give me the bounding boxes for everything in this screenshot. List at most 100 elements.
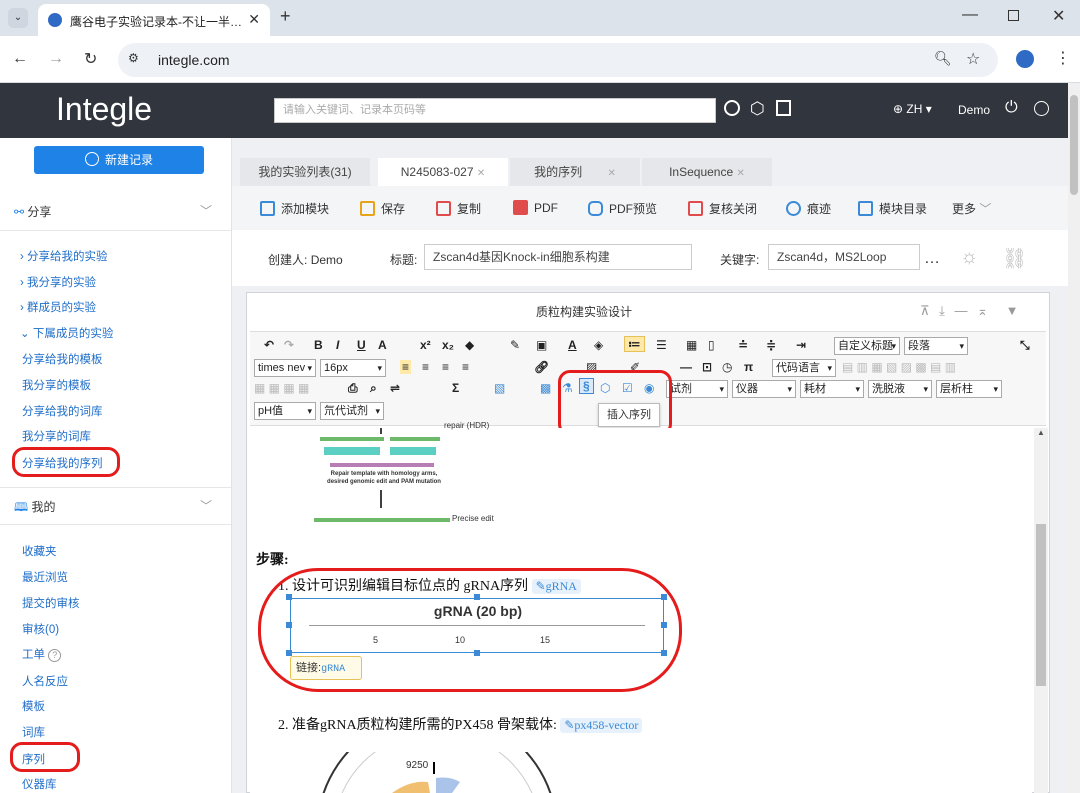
sidebar-item-shared-lexicons[interactable]: 分享给我的词库 <box>22 403 103 419</box>
table-icon[interactable]: ▦ <box>686 338 697 352</box>
close-tab-icon[interactable]: ✕ <box>607 168 615 179</box>
scroll-thumb[interactable] <box>1036 524 1046 686</box>
weather-icon[interactable]: ☼ <box>960 246 978 269</box>
sidebar-item-submitted-reviews[interactable]: 提交的审核 <box>22 595 80 611</box>
share-section-header[interactable]: ⚯ 分享 <box>14 203 51 220</box>
pi-icon[interactable]: π <box>744 360 753 374</box>
sidebar-item-shared-templates[interactable]: 分享给我的模板 <box>22 351 103 367</box>
power-icon[interactable]: ⏻ <box>1005 99 1018 117</box>
font-size-select[interactable]: 16px <box>320 359 386 377</box>
sidebar-item-subordinate-exp[interactable]: ⌄ 下属成员的实验 <box>20 325 113 341</box>
formula-icon[interactable]: ▩ <box>540 381 551 395</box>
date-icon[interactable]: ⊡ <box>702 360 712 374</box>
link-insert-icon[interactable]: 🔗︎ <box>534 360 549 374</box>
reagent-select[interactable]: 试剂 <box>666 380 728 398</box>
tab-insequence[interactable]: InSequence ✕ <box>642 158 772 186</box>
table-tools-icon[interactable]: ▤ ▥ ▦ ▧ ▨ ▩ ▤ ▥ <box>842 360 956 374</box>
module-catalog-button[interactable]: 模块目录 <box>858 200 927 217</box>
share-chevron-icon[interactable]: ﹀ <box>200 202 212 219</box>
user-name[interactable]: Demo <box>958 103 990 117</box>
reload-icon[interactable]: ↻ <box>84 49 97 69</box>
find-icon[interactable]: ⌕ <box>370 381 377 396</box>
editor-scrollbar[interactable]: ▲ <box>1034 428 1048 793</box>
menu-icon[interactable]: ⋮ <box>1055 48 1071 68</box>
column-select[interactable]: 层析柱 <box>936 380 1002 398</box>
sidebar-item-my-shared-exp[interactable]: › 我分享的实验 <box>20 274 96 290</box>
bold-icon[interactable]: B <box>314 338 323 352</box>
add-module-button[interactable]: 添加模块 <box>260 200 329 217</box>
clock-icon[interactable]: ◷ <box>722 360 732 374</box>
align-left-icon[interactable]: ≡ <box>400 360 412 374</box>
more-button[interactable]: 更多 ﹀ <box>952 200 991 217</box>
language-selector[interactable]: ⊕ ZH ▾ <box>893 102 932 116</box>
deuterated-reagent-select[interactable]: 氘代试剂 <box>320 402 384 420</box>
title-field[interactable]: Zscan4d基因Knock-in细胞系构建 <box>424 244 692 270</box>
code-language-select[interactable]: 代码语言 <box>772 359 836 377</box>
site-info-icon[interactable]: ⚙ <box>128 51 139 65</box>
save-button[interactable]: 保存 <box>360 200 405 217</box>
superscript-icon[interactable]: x² <box>420 338 431 352</box>
tab-list-button[interactable]: ⌄ <box>8 8 28 28</box>
line-height-icon[interactable]: ≑ <box>766 338 776 352</box>
page-icon[interactable]: ▯ <box>708 338 715 352</box>
pdf-preview-button[interactable]: PDF预览 <box>588 200 657 217</box>
justify-icon[interactable]: ≡ <box>462 360 469 374</box>
close-tab-icon[interactable]: ✕ <box>477 168 485 179</box>
help-icon[interactable]: ? <box>48 649 62 662</box>
forward-icon[interactable]: → <box>48 50 64 68</box>
new-record-button[interactable]: 新建记录 <box>34 146 204 174</box>
more-dots-icon[interactable]: … <box>924 250 940 268</box>
sidebar-item-lexicons[interactable]: 词库 <box>22 724 45 740</box>
collapse-module-icon[interactable]: ⌅ <box>977 303 988 318</box>
font-color-icon[interactable]: A <box>568 338 577 352</box>
paragraph-select[interactable]: 段落 <box>904 337 968 355</box>
sidebar-item-shared-to-me-exp[interactable]: › 分享给我的实验 <box>20 248 108 264</box>
ordered-list-icon[interactable]: ≔ <box>624 336 645 352</box>
mine-section-header[interactable]: 🕮 我的 <box>14 498 56 519</box>
sidebar-item-tickets[interactable]: 工单 ? <box>22 646 62 662</box>
highlight-color-icon[interactable]: ◈ <box>594 338 603 352</box>
search-input[interactable]: 请输入关键词、记录本页码等 <box>274 98 716 123</box>
dropdown-icon[interactable]: ▼ <box>1006 303 1019 318</box>
page-scroll-thumb[interactable] <box>1070 95 1078 195</box>
custom-title-select[interactable]: 自定义标题 <box>834 337 900 355</box>
plasmid-map[interactable] <box>300 752 580 793</box>
consumables-select[interactable]: 耗材 <box>800 380 864 398</box>
link-icon[interactable]: ⛓ <box>1002 246 1027 271</box>
text-box-icon[interactable]: A <box>378 338 387 352</box>
redo-icon[interactable]: ↷ <box>284 338 294 352</box>
close-window-icon[interactable]: ✕ <box>1052 6 1065 26</box>
instrument-select[interactable]: 仪器 <box>732 380 796 398</box>
browser-tab[interactable]: 鹰谷电子实验记录本-不让一半… ✕ <box>38 4 270 36</box>
sigma-icon[interactable]: Σ <box>452 381 459 395</box>
align-right-icon[interactable]: ≡ <box>442 360 449 374</box>
search-icon[interactable] <box>724 100 740 116</box>
bookmark-star-icon[interactable]: ☆ <box>966 49 980 69</box>
sidebar-item-my-shared-lexicons[interactable]: 我分享的词库 <box>22 428 91 444</box>
tab-current-record[interactable]: N245083-027 ✕ <box>378 158 508 186</box>
ph-select[interactable]: pH值 <box>254 402 316 420</box>
structure-search-icon[interactable]: ⬡ <box>750 99 765 119</box>
pin-icon[interactable]: ⊼ <box>920 303 930 318</box>
print-icon[interactable]: ⎙ <box>348 381 358 396</box>
format-icon[interactable]: ✎ <box>510 338 520 352</box>
eluent-select[interactable]: 洗脱液 <box>868 380 932 398</box>
page-scrollbar[interactable] <box>1068 83 1080 793</box>
omnibox[interactable]: ⚙ integle.com <box>118 43 998 77</box>
sidebar-item-reviews[interactable]: 审核(0) <box>22 621 59 637</box>
sidebar-item-recent[interactable]: 最近浏览 <box>22 569 68 585</box>
mine-chevron-icon[interactable]: ﹀ <box>200 497 212 514</box>
sidebar-item-templates[interactable]: 模板 <box>22 698 45 714</box>
unordered-list-icon[interactable]: ☰ <box>656 338 667 352</box>
new-tab-icon[interactable]: + <box>280 6 291 27</box>
minimize-icon[interactable]: — <box>962 6 978 24</box>
sidebar-item-instruments[interactable]: 仪器库 <box>22 776 57 792</box>
align-icon[interactable]: ≐ <box>738 338 748 352</box>
chart-icon[interactable]: ▧ <box>494 381 505 395</box>
fullscreen-icon[interactable]: ⤡ <box>1020 338 1030 353</box>
underline-icon[interactable]: U <box>357 338 366 352</box>
logo[interactable]: Integle <box>56 91 152 128</box>
subscript-icon[interactable]: x₂ <box>442 338 454 352</box>
copy-button[interactable]: 复制 <box>436 200 481 217</box>
tab-experiment-list[interactable]: 我的实验列表(31) <box>240 158 370 186</box>
